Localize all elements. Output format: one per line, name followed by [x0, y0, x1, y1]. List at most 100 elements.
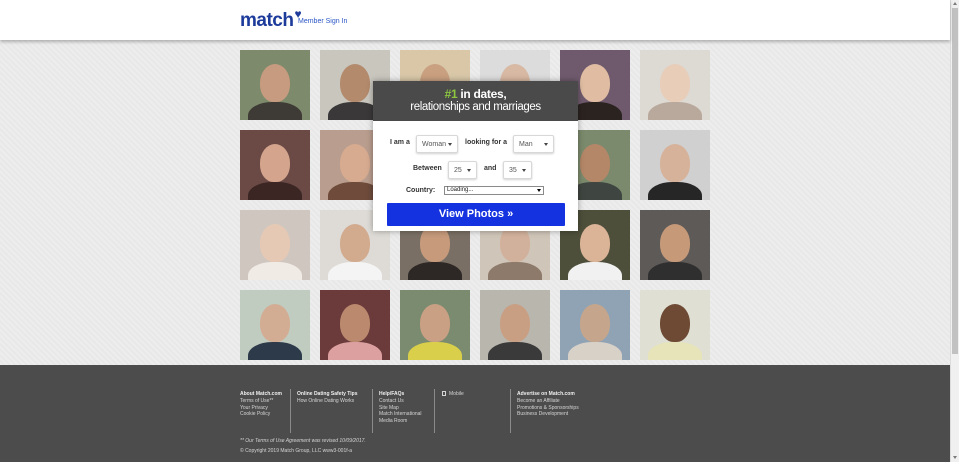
scroll-up-arrow-icon[interactable] — [953, 2, 957, 5]
photo-face — [580, 144, 610, 182]
photo-body — [648, 342, 702, 360]
and-label: and — [484, 165, 497, 172]
view-photos-button[interactable]: View Photos » — [387, 203, 565, 226]
age-min-select[interactable]: 25 — [448, 161, 477, 179]
looking-for-select[interactable]: Man — [513, 135, 554, 153]
photo-face — [340, 64, 370, 102]
country-select[interactable]: Loading... — [444, 186, 544, 195]
footer-link[interactable]: Become an Affiliate — [517, 398, 579, 405]
copyright: © Copyright 2019 Match Group, LLC www3-0… — [240, 448, 353, 454]
between-label: Between — [413, 165, 442, 172]
photo-face — [340, 224, 370, 262]
mobile-icon — [442, 391, 446, 396]
footer-link[interactable]: Match International — [379, 411, 422, 418]
footer-link[interactable]: Your Privacy — [240, 405, 282, 412]
page-scrollbar[interactable] — [950, 0, 959, 462]
chevron-down-icon — [522, 169, 526, 172]
photo-face — [580, 304, 610, 342]
member-sign-in-link[interactable]: Member Sign In — [298, 18, 347, 25]
i-am-select[interactable]: Woman — [416, 135, 458, 153]
footer-link[interactable]: Contact Us — [379, 398, 422, 405]
photo-body — [248, 102, 302, 120]
headline-line2: relationships and marriages — [410, 101, 541, 113]
photo-face — [500, 304, 530, 342]
footer-link[interactable]: Site Map — [379, 405, 422, 412]
mobile-label: Mobile — [449, 391, 464, 397]
photo-body — [648, 182, 702, 200]
photo-body — [328, 262, 382, 280]
photo-face — [260, 144, 290, 182]
profile-photo — [640, 210, 710, 280]
profile-photo — [640, 130, 710, 200]
profile-photo — [560, 290, 630, 360]
headline-number: #1 — [444, 87, 458, 101]
footer-divider — [434, 389, 435, 433]
photo-face — [260, 304, 290, 342]
headline-text: in dates, — [457, 87, 507, 101]
chevron-down-icon — [544, 143, 548, 146]
photo-face — [660, 64, 690, 102]
chevron-down-icon — [448, 143, 452, 146]
footer-link[interactable]: Cookie Policy — [240, 411, 282, 418]
photo-face — [340, 304, 370, 342]
photo-face — [260, 224, 290, 262]
photo-face — [580, 64, 610, 102]
footer-link[interactable]: Help/FAQs — [379, 391, 422, 398]
footer-link[interactable]: Online Dating Safety Tips — [297, 391, 357, 398]
photo-body — [488, 342, 542, 360]
footer-col-mobile: Mobile — [442, 391, 464, 398]
footer-link[interactable]: About Match.com — [240, 391, 282, 398]
footer-link[interactable]: How Online Dating Works — [297, 398, 357, 405]
looking-for-value: Man — [519, 141, 533, 148]
site-header: match♥ Member Sign In — [0, 0, 950, 40]
profile-photo — [240, 50, 310, 120]
footer-link[interactable]: Media Room — [379, 418, 422, 425]
country-label: Country: — [406, 187, 436, 194]
i-am-value: Woman — [422, 141, 446, 148]
photo-body — [568, 262, 622, 280]
age-max-value: 35 — [509, 167, 517, 174]
footer-link[interactable]: Advertise on Match.com — [517, 391, 579, 398]
photo-body — [408, 342, 462, 360]
profile-photo — [480, 290, 550, 360]
age-max-select[interactable]: 35 — [503, 161, 532, 179]
footer-col-help: Help/FAQs Contact Us Site Map Match Inte… — [379, 391, 422, 425]
footer-col-about: About Match.com Terms of Use** Your Priv… — [240, 391, 282, 418]
photo-body — [408, 262, 462, 280]
age-min-value: 25 — [454, 167, 462, 174]
photo-face — [660, 304, 690, 342]
country-value: Loading... — [447, 187, 474, 193]
profile-photo — [240, 290, 310, 360]
photo-body — [248, 262, 302, 280]
i-am-label: I am a — [390, 139, 410, 146]
site-footer: About Match.com Terms of Use** Your Priv… — [0, 365, 950, 462]
photo-body — [328, 342, 382, 360]
photo-body — [568, 342, 622, 360]
chevron-down-icon — [537, 189, 541, 192]
photo-body — [248, 182, 302, 200]
profile-photo — [240, 210, 310, 280]
profile-photo — [240, 130, 310, 200]
photo-face — [340, 144, 370, 182]
photo-face — [260, 64, 290, 102]
photo-face — [660, 224, 690, 262]
looking-for-label: looking for a — [465, 139, 507, 146]
footer-divider — [510, 389, 511, 433]
photo-body — [248, 342, 302, 360]
photo-body — [648, 102, 702, 120]
photo-body — [488, 262, 542, 280]
mobile-link[interactable]: Mobile — [442, 391, 464, 398]
footer-col-safety: Online Dating Safety Tips How Online Dat… — [297, 391, 357, 405]
match-logo[interactable]: match♥ — [240, 7, 302, 32]
footer-divider — [372, 389, 373, 433]
profile-photo — [400, 290, 470, 360]
scroll-thumb[interactable] — [952, 8, 958, 354]
footer-link[interactable]: Terms of Use** — [240, 398, 282, 405]
photo-face — [580, 224, 610, 262]
profile-photo — [640, 290, 710, 360]
scroll-down-arrow-icon[interactable] — [953, 456, 957, 459]
photo-face — [420, 304, 450, 342]
footer-link[interactable]: Business Development — [517, 411, 579, 418]
profile-photo — [320, 290, 390, 360]
footer-link[interactable]: Promotions & Sponsorships — [517, 405, 579, 412]
